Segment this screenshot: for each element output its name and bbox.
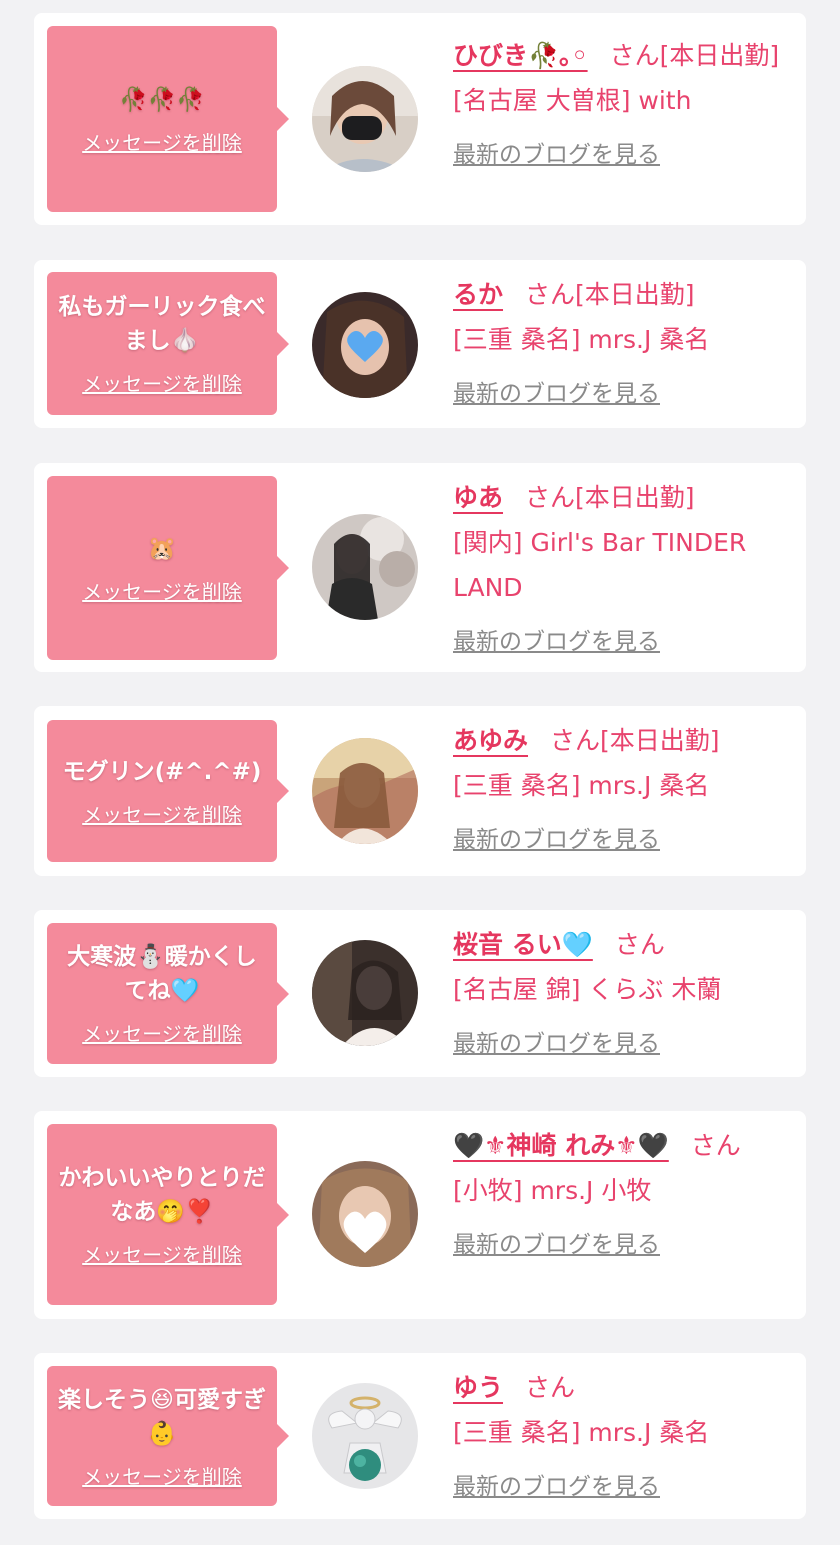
message-card: 私もガーリック食べまし🧄 メッセージを削除 るか さん[本日出勤] [三重 桑名]… bbox=[34, 260, 806, 428]
avatar[interactable] bbox=[312, 738, 418, 844]
delete-message-link[interactable]: メッセージを削除 bbox=[82, 368, 242, 397]
message-text: 私もガーリック食べまし🧄 bbox=[58, 294, 266, 354]
latest-blog-link[interactable]: 最新のブログを見る bbox=[453, 818, 783, 863]
message-text: 楽しそう😆可愛すぎ👶 bbox=[58, 1386, 266, 1447]
message-bubble: モグリン(#^.^#) メッセージを削除 bbox=[47, 720, 289, 862]
honorific: さん bbox=[525, 483, 576, 512]
latest-blog-link[interactable]: 最新のブログを見る bbox=[453, 1465, 783, 1510]
cast-name-link[interactable]: ゆあ bbox=[453, 483, 503, 512]
delete-message-link[interactable]: メッセージを削除 bbox=[82, 1461, 242, 1490]
message-text: 大寒波⛄暖かくしてね🩵 bbox=[67, 944, 257, 1004]
message-card: 🥀🥀🥀 メッセージを削除 ひびき🥀｡◦ さん[本日出勤] [名古屋 大曽根] wi… bbox=[34, 13, 806, 225]
shop-text: [三重 桑名] mrs.J 桑名 bbox=[453, 771, 710, 800]
message-text: モグリン(#^.^#) bbox=[62, 758, 262, 785]
avatar[interactable] bbox=[312, 940, 418, 1046]
status-text: [本日出勤] bbox=[659, 41, 780, 70]
avatar[interactable] bbox=[312, 514, 418, 620]
shop-text: [小牧] mrs.J 小牧 bbox=[453, 1176, 652, 1205]
cast-info: 🖤⚜神崎 れみ⚜🖤 さん [小牧] mrs.J 小牧 最新のブログを見る bbox=[453, 1123, 783, 1268]
message-bubble: 楽しそう😆可愛すぎ👶 メッセージを削除 bbox=[47, 1366, 289, 1506]
honorific: さん bbox=[525, 1373, 576, 1402]
delete-message-link[interactable]: メッセージを削除 bbox=[82, 799, 242, 828]
message-text: 🥀🥀🥀 bbox=[119, 86, 205, 113]
cast-name-link[interactable]: ゆう bbox=[453, 1373, 503, 1402]
status-text: [本日出勤] bbox=[575, 483, 695, 512]
message-bubble: 🐹 メッセージを削除 bbox=[47, 476, 289, 660]
cast-name-link[interactable]: あゆみ bbox=[453, 726, 528, 755]
status-text: [本日出勤] bbox=[600, 726, 720, 755]
avatar[interactable] bbox=[312, 66, 418, 172]
cast-name-link[interactable]: 桜音 るい🩵 bbox=[453, 930, 593, 959]
latest-blog-link[interactable]: 最新のブログを見る bbox=[453, 1223, 783, 1268]
honorific: さん bbox=[690, 1131, 741, 1160]
delete-message-link[interactable]: メッセージを削除 bbox=[82, 576, 242, 605]
message-text: かわいいやりとりだなあ🤭❣️ bbox=[58, 1165, 266, 1225]
latest-blog-link[interactable]: 最新のブログを見る bbox=[453, 133, 783, 178]
latest-blog-link[interactable]: 最新のブログを見る bbox=[453, 372, 783, 417]
delete-message-link[interactable]: メッセージを削除 bbox=[82, 1239, 242, 1268]
honorific: さん bbox=[609, 41, 660, 70]
cast-info: ひびき🥀｡◦ さん[本日出勤] [名古屋 大曽根] with 最新のブログを見る bbox=[453, 33, 783, 178]
message-card: モグリン(#^.^#) メッセージを削除 あゆみ さん[本日出勤] [三重 桑名]… bbox=[34, 706, 806, 876]
message-card: 大寒波⛄暖かくしてね🩵 メッセージを削除 桜音 るい🩵 さん [名古屋 錦] くら… bbox=[34, 910, 806, 1077]
cast-info: るか さん[本日出勤] [三重 桑名] mrs.J 桑名 最新のブログを見る bbox=[453, 272, 783, 417]
shop-text: [名古屋 大曽根] with bbox=[453, 86, 692, 115]
honorific: さん bbox=[614, 930, 665, 959]
message-card: 楽しそう😆可愛すぎ👶 メッセージを削除 ゆう さん [三重 桑名] mrs.J 桑… bbox=[34, 1353, 806, 1519]
shop-text: [関内] Girl's Bar TINDER LAND bbox=[453, 528, 747, 602]
honorific: さん bbox=[550, 726, 601, 755]
cast-info: 桜音 るい🩵 さん [名古屋 錦] くらぶ 木蘭 最新のブログを見る bbox=[453, 922, 783, 1067]
cast-name-link[interactable]: ひびき🥀｡◦ bbox=[453, 41, 588, 70]
honorific: さん bbox=[525, 280, 576, 309]
shop-text: [三重 桑名] mrs.J 桑名 bbox=[453, 1418, 710, 1447]
avatar[interactable] bbox=[312, 292, 418, 398]
message-card: 🐹 メッセージを削除 ゆあ さん[本日出勤] [関内] Girl's Bar TI… bbox=[34, 463, 806, 672]
message-bubble: 🥀🥀🥀 メッセージを削除 bbox=[47, 26, 289, 212]
latest-blog-link[interactable]: 最新のブログを見る bbox=[453, 620, 783, 665]
delete-message-link[interactable]: メッセージを削除 bbox=[82, 127, 242, 156]
cast-name-link[interactable]: るか bbox=[453, 280, 503, 309]
message-bubble: 大寒波⛄暖かくしてね🩵 メッセージを削除 bbox=[47, 923, 289, 1064]
cast-info: ゆう さん [三重 桑名] mrs.J 桑名 最新のブログを見る bbox=[453, 1365, 783, 1510]
latest-blog-link[interactable]: 最新のブログを見る bbox=[453, 1022, 783, 1067]
cast-info: あゆみ さん[本日出勤] [三重 桑名] mrs.J 桑名 最新のブログを見る bbox=[453, 718, 783, 863]
status-text: [本日出勤] bbox=[575, 280, 695, 309]
avatar[interactable] bbox=[312, 1161, 418, 1267]
cast-name-link[interactable]: 🖤⚜神崎 れみ⚜🖤 bbox=[453, 1131, 669, 1160]
message-bubble: かわいいやりとりだなあ🤭❣️ メッセージを削除 bbox=[47, 1124, 289, 1305]
cast-info: ゆあ さん[本日出勤] [関内] Girl's Bar TINDER LAND 最… bbox=[453, 475, 783, 665]
shop-text: [三重 桑名] mrs.J 桑名 bbox=[453, 325, 710, 354]
delete-message-link[interactable]: メッセージを削除 bbox=[82, 1018, 242, 1047]
shop-text: [名古屋 錦] くらぶ 木蘭 bbox=[453, 975, 722, 1004]
message-card: かわいいやりとりだなあ🤭❣️ メッセージを削除 🖤⚜神崎 れみ⚜🖤 さん [小牧]… bbox=[34, 1111, 806, 1319]
message-bubble: 私もガーリック食べまし🧄 メッセージを削除 bbox=[47, 272, 289, 415]
avatar[interactable] bbox=[312, 1383, 418, 1489]
message-text: 🐹 bbox=[147, 535, 177, 562]
